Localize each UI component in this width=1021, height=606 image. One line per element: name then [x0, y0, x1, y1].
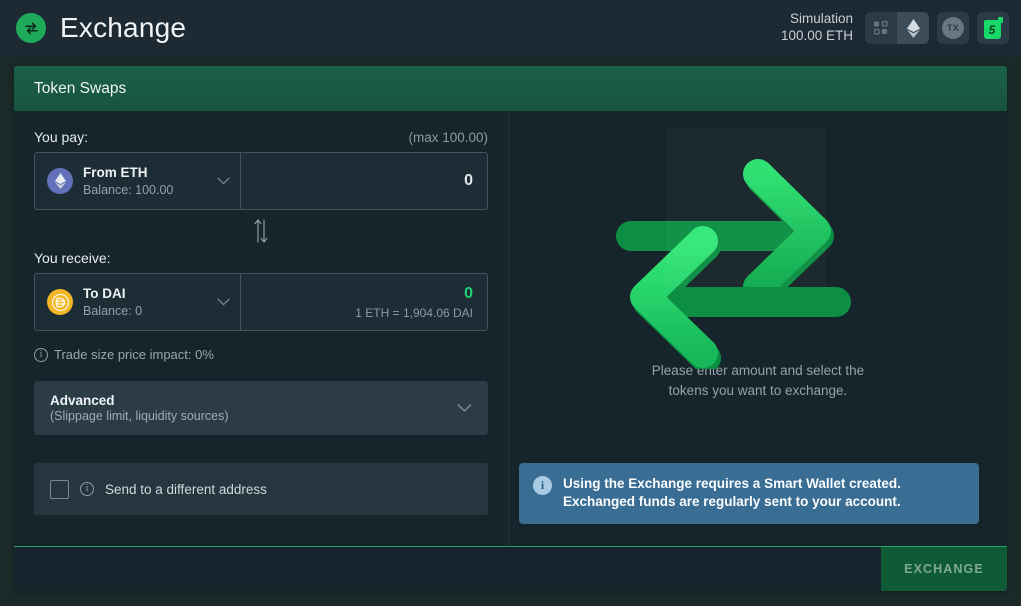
page-title: Exchange — [60, 12, 187, 43]
network-nodes-icon[interactable] — [865, 12, 897, 44]
dai-icon — [47, 289, 73, 315]
exchange-button[interactable]: EXCHANGE — [881, 547, 1007, 591]
card-header: Token Swaps — [14, 66, 1007, 111]
smart-wallet-notice: i Using the Exchange requires a Smart Wa… — [519, 462, 979, 524]
chevron-down-icon — [217, 177, 230, 185]
ethereum-diamond-icon[interactable] — [897, 12, 929, 44]
send-to-address-row[interactable]: i Send to a different address — [34, 463, 488, 515]
pay-label-row: You pay: (max 100.00) — [34, 129, 488, 145]
gas-can-icon: 5 — [983, 17, 1003, 39]
top-bar: Exchange Simulation 100.00 ETH TX 5 — [0, 0, 1021, 56]
exchange-rate: 1 ETH = 1,904.06 DAI — [355, 306, 473, 321]
card-footer: EXCHANGE — [14, 546, 1007, 591]
receive-label: You receive: — [34, 250, 111, 266]
receive-token-name: To DAI — [83, 286, 126, 302]
advanced-title: Advanced — [50, 393, 115, 408]
receive-label-row: You receive: — [34, 250, 488, 266]
exchange-app: Exchange Simulation 100.00 ETH TX 5 Toke… — [0, 0, 1021, 606]
pay-label: You pay: — [34, 129, 88, 145]
chevron-down-icon — [217, 298, 230, 306]
token-swaps-card: Token Swaps You pay: (max 100.00) From E… — [14, 66, 1007, 591]
receive-token-text: To DAI Balance: 0 — [83, 285, 142, 319]
pay-amount-input[interactable]: 0 — [241, 153, 487, 209]
transactions-button[interactable]: TX — [937, 12, 969, 44]
tx-label: TX — [942, 17, 964, 39]
chevron-down-icon — [457, 404, 472, 412]
pay-field: From ETH Balance: 100.00 0 — [34, 152, 488, 210]
advanced-section[interactable]: Advanced (Slippage limit, liquidity sour… — [34, 381, 488, 435]
receive-field: To DAI Balance: 0 0 1 ETH = 1,904.06 DAI — [34, 273, 488, 331]
simulation-balance: 100.00 ETH — [780, 28, 853, 43]
pay-token-text: From ETH Balance: 100.00 — [83, 164, 173, 198]
receive-token-balance: Balance: 0 — [83, 303, 143, 318]
pay-token-name: From ETH — [83, 165, 148, 181]
card-body: You pay: (max 100.00) From ETH Balance: … — [14, 111, 1007, 546]
send-to-address-label: Send to a different address — [105, 481, 267, 497]
card-title: Token Swaps — [34, 79, 127, 97]
simulation-status: Simulation 100.00 ETH — [781, 11, 853, 45]
exchange-preview-panel: Please enter amount and select the token… — [508, 111, 1007, 546]
info-icon: i — [80, 482, 94, 496]
checkbox-unchecked-icon[interactable] — [50, 479, 69, 499]
swap-arrows-icon — [16, 13, 46, 43]
price-impact-row: i Trade size price impact: 0% — [34, 347, 488, 362]
pay-amount-value: 0 — [464, 172, 473, 189]
gas-price-button[interactable]: 5 — [977, 12, 1009, 44]
app-brand: Exchange — [16, 12, 186, 44]
pay-token-balance: Balance: 100.00 — [83, 182, 174, 197]
info-icon: i — [533, 475, 552, 495]
receive-token-selector[interactable]: To DAI Balance: 0 — [35, 274, 241, 330]
price-impact-text: Trade size price impact: 0% — [54, 347, 214, 362]
pay-token-selector[interactable]: From ETH Balance: 100.00 — [35, 153, 241, 209]
pay-max-label: (max 100.00) — [408, 130, 488, 145]
preview-hint-line2: tokens you want to exchange. — [668, 382, 848, 398]
exchange-arrows-illustration — [608, 119, 908, 373]
smart-wallet-notice-text: Using the Exchange requires a Smart Wall… — [563, 475, 901, 510]
advanced-subtitle: (Slippage limit, liquidity sources) — [50, 409, 229, 423]
gas-value: 5 — [988, 22, 996, 37]
network-segmented-control[interactable] — [865, 12, 929, 44]
receive-amount-value: 0 — [464, 284, 473, 302]
receive-amount-output: 0 1 ETH = 1,904.06 DAI — [241, 274, 487, 330]
swap-direction-button[interactable] — [250, 216, 272, 246]
ethereum-icon — [47, 168, 73, 194]
top-bar-controls: Simulation 100.00 ETH TX 5 — [781, 0, 1009, 56]
info-icon: i — [34, 347, 48, 362]
simulation-label: Simulation — [789, 11, 853, 27]
swap-vertical-icon — [254, 219, 268, 243]
swap-form: You pay: (max 100.00) From ETH Balance: … — [14, 111, 508, 546]
